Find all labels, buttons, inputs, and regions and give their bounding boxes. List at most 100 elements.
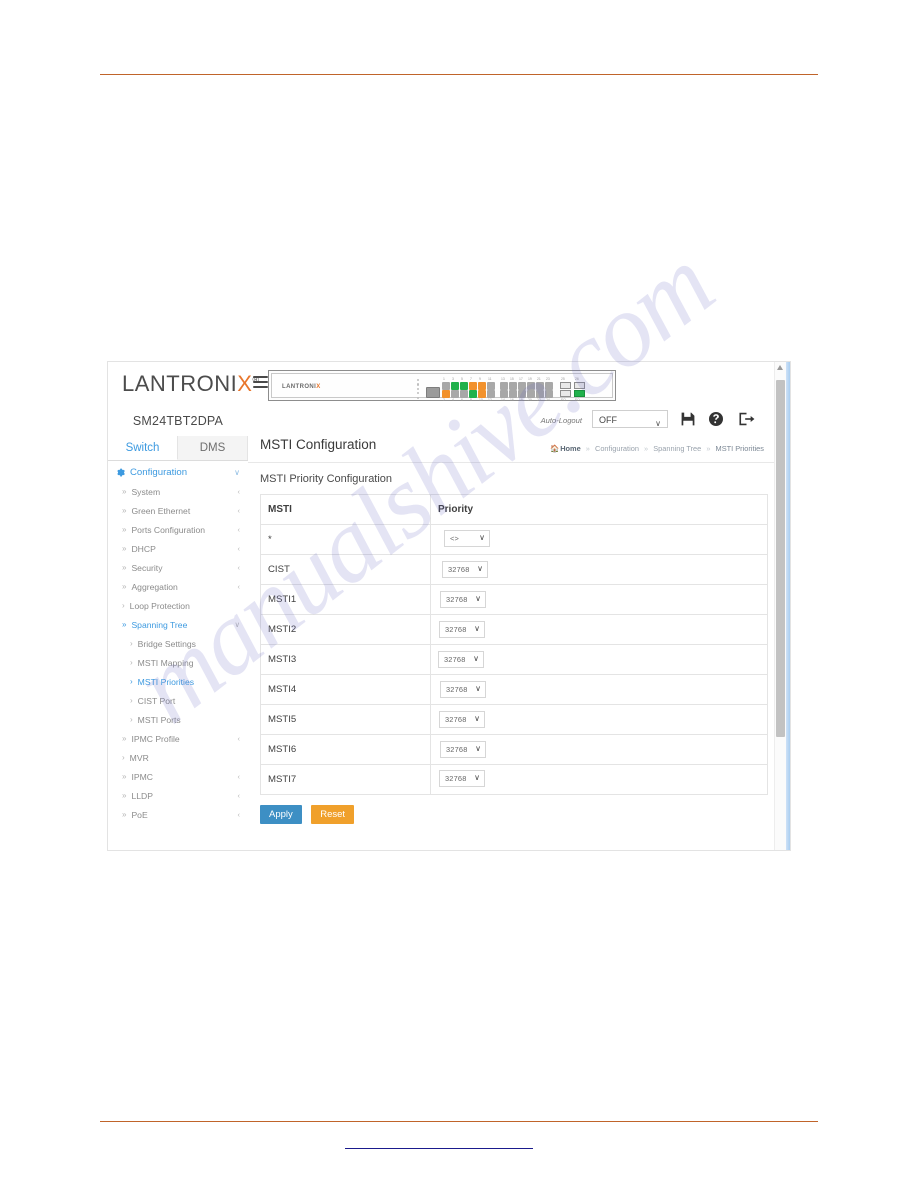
logout-icon[interactable] [738,411,755,427]
sidebar-item-mvr[interactable]: › MVR [108,748,248,767]
port-number-label: 5 [461,377,463,381]
sidebar-item-ports-configuration[interactable]: » Ports Configuration ‹ [108,520,248,539]
rj45-port[interactable] [451,382,459,390]
priority-select-msti4[interactable]: 32768 ∨ [440,680,486,698]
rj45-port[interactable] [545,390,553,398]
device-port-map[interactable]: LANTRONIX 1 2 3 4 5 6 7 8 9 10 11 12 13 14 15 16 17 18 19 2… [268,370,616,402]
scrollbar-thumb[interactable] [776,380,785,737]
rj45-port[interactable] [460,390,468,398]
priority-select-value: 32768 [445,714,467,724]
sidebar-item-security[interactable]: » Security ‹ [108,558,248,577]
rj45-port[interactable] [536,382,544,390]
sidebar-item-label: System [131,486,161,497]
sidebar-item-lldp[interactable]: » LLDP ‹ [108,786,248,805]
breadcrumb-item-configuration[interactable]: Configuration [595,444,639,453]
sidebar-section-label: Configuration [130,467,188,478]
rj45-port[interactable] [460,382,468,390]
breadcrumb-home[interactable]: 🏠Home [550,444,581,453]
bullet-icon: » [122,487,127,496]
sidebar-item-bridge-settings[interactable]: › Bridge Settings [108,634,248,653]
rj45-port[interactable] [469,382,477,390]
rj45-port[interactable] [536,390,544,398]
sidebar-item-aggregation[interactable]: » Aggregation ‹ [108,577,248,596]
rj45-port[interactable] [487,382,495,390]
scroll-up-arrow-icon[interactable] [777,365,783,370]
cell-msti: MSTI4 [260,674,431,705]
device-faceplate: LANTRONIX 1 2 3 4 5 6 7 8 9 10 11 12 13 14 15 16 17 18 19 2… [271,373,613,402]
cell-priority: 32768 ∨ [430,704,768,735]
sfp-port[interactable] [574,390,585,397]
sidebar-item-dhcp[interactable]: » DHCP ‹ [108,539,248,558]
rj45-port[interactable] [500,390,508,398]
priority-select-all[interactable]: <> ∨ [444,529,490,547]
auto-logout-select[interactable]: OFF ∨ [592,410,668,428]
port-number-label: 4 [452,398,454,402]
tab-switch[interactable]: Switch [108,436,178,460]
status-led [417,379,420,382]
hamburger-bar [253,386,268,388]
reset-button[interactable]: Reset [311,805,355,824]
rj45-port[interactable] [527,382,535,390]
rj45-port[interactable] [478,390,486,398]
save-icon[interactable] [680,411,696,427]
apply-button[interactable]: Apply [260,805,302,824]
tab-dms[interactable]: DMS [178,436,248,460]
breadcrumb-item-spanning-tree[interactable]: Spanning Tree [653,444,701,453]
rj45-port[interactable] [451,390,459,398]
help-icon[interactable] [708,411,724,427]
priority-select-msti2[interactable]: 32768 ∨ [439,621,485,638]
sidebar-item-poe[interactable]: » PoE ‹ [108,805,248,824]
rj45-port[interactable] [442,390,450,398]
rj45-port[interactable] [478,382,486,390]
rj45-port[interactable] [469,390,477,398]
priority-select-msti3[interactable]: 32768 ∨ [438,650,484,668]
breadcrumb-home-label: Home [560,444,581,453]
sidebar-item-loop-protection[interactable]: › Loop Protection [108,596,248,615]
cell-priority: 32768 ∨ [430,554,768,585]
chevron-down-icon: ∨ [475,743,481,753]
table-row: MSTI7 32768 ∨ [260,764,768,795]
priority-select-value: 32768 [446,595,468,604]
priority-select-msti5[interactable]: 32768 ∨ [439,710,485,728]
page-header-rule [100,74,818,75]
vertical-scrollbar[interactable] [774,362,786,850]
hamburger-icon[interactable] [253,376,268,389]
sidebar-item-spanning-tree[interactable]: » Spanning Tree ∨ [108,615,248,634]
sidebar-item-green-ethernet[interactable]: » Green Ethernet ‹ [108,501,248,520]
chevron-left-icon: ‹ [237,525,241,534]
priority-select-msti7[interactable]: 32768 ∨ [439,770,485,787]
sidebar-item-label: Green Ethernet [131,505,191,516]
sidebar-item-cist-port[interactable]: › CIST Port [108,691,248,710]
chevron-down-icon: ∨ [477,563,483,573]
rj45-port[interactable] [509,390,517,398]
sidebar-item-ipmc[interactable]: » IPMC ‹ [108,767,248,786]
sidebar-item-msti-priorities[interactable]: › MSTI Priorities [108,672,248,691]
sidebar-item-ipmc-profile[interactable]: » IPMC Profile ‹ [108,729,248,748]
chevron-left-icon: ‹ [237,506,241,515]
sidebar-item-msti-mapping[interactable]: › MSTI Mapping [108,653,248,672]
device-model-label: SM24TBT2DPA [132,414,224,428]
rj45-port[interactable] [545,382,553,390]
sidebar-item-label: MVR [129,752,149,763]
rj45-port[interactable] [509,382,517,390]
rj45-port[interactable] [518,390,526,398]
sfp-port[interactable] [560,382,571,389]
rj45-port[interactable] [500,382,508,390]
priority-select-msti6[interactable]: 32768 ∨ [440,740,486,758]
rj45-port[interactable] [442,382,450,390]
port-number-label: FO [561,398,566,402]
priority-select-msti1[interactable]: 32768 ∨ [440,591,486,608]
rj45-port[interactable] [518,382,526,390]
rj45-port[interactable] [527,390,535,398]
rj45-port[interactable] [487,390,495,398]
sfp-port[interactable] [560,390,571,397]
sidebar-section-configuration[interactable]: Configuration ∨ [108,463,248,482]
priority-select-cist[interactable]: 32768 ∨ [442,560,488,578]
sfp-port[interactable] [574,382,585,389]
device-logo-text: LANTRONI [282,384,317,390]
chevron-left-icon: ‹ [237,563,241,572]
bullet-icon: » [122,563,127,572]
sidebar-item-msti-ports[interactable]: › MSTI Ports [108,710,248,729]
page-title-bar: MSTI Configuration 🏠Home » Configuration… [248,436,774,463]
sidebar-item-system[interactable]: » System ‹ [108,482,248,501]
